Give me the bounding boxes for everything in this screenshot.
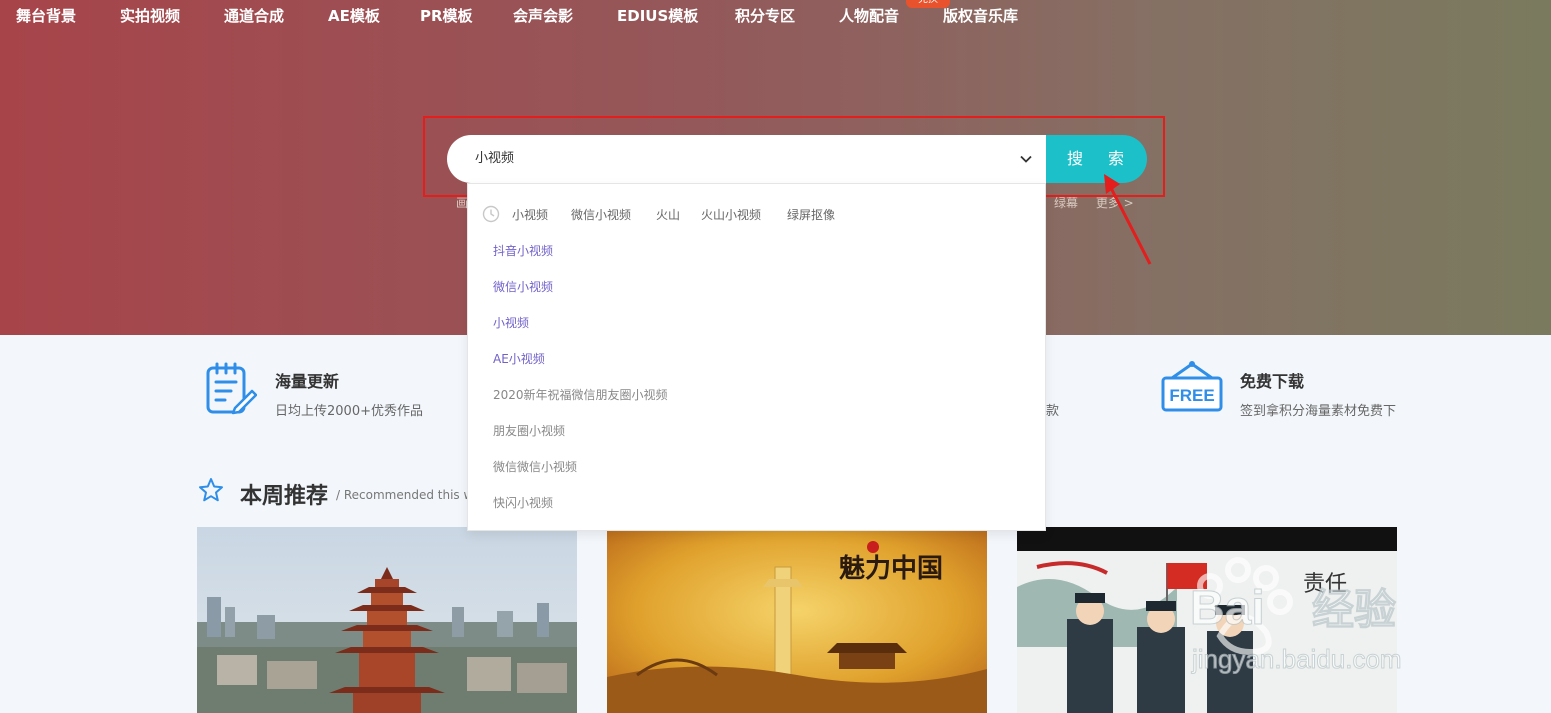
- watermark-url: jingyan.baidu.com: [1191, 644, 1402, 674]
- card-thumbnail: [197, 527, 577, 713]
- feature-subtitle: 日均上传2000+优秀作品: [275, 404, 423, 419]
- recommend-card[interactable]: 魅力中国: [607, 527, 987, 713]
- suggestion-item[interactable]: 微信小视频: [493, 278, 553, 295]
- suggestion-item[interactable]: 快闪小视频: [493, 494, 553, 511]
- history-item[interactable]: 火山小视频: [701, 206, 761, 223]
- suggestion-item[interactable]: 朋友圈小视频: [493, 422, 565, 439]
- nav-item-live-video[interactable]: 实拍视频: [120, 5, 180, 26]
- watermark-text: Bai: [1190, 582, 1265, 635]
- card-thumbnail: 魅力中国: [607, 527, 987, 713]
- red-arrow-annotation: [1104, 174, 1152, 265]
- suggestion-item[interactable]: 抖音小视频: [493, 242, 553, 259]
- nav-item-music-library[interactable]: 版权音乐库: [943, 5, 1018, 26]
- free-sign-icon: FREE: [1161, 361, 1223, 412]
- nav-item-pr-templates[interactable]: PR模板: [420, 5, 473, 26]
- search-suggestion-dropdown: 小视频 微信小视频 火山 火山小视频 绿屏抠像 抖音小视频 微信小视频 小视频 …: [467, 183, 1046, 531]
- history-item[interactable]: 火山: [656, 206, 680, 223]
- star-icon: [199, 478, 223, 502]
- document-edit-icon: [206, 362, 257, 415]
- section-title: 本周推荐: [240, 484, 329, 509]
- feature-title: 海量更新: [275, 372, 340, 391]
- svg-text:经验: 经验: [1312, 585, 1396, 634]
- suggestion-item[interactable]: 微信微信小视频: [493, 458, 577, 475]
- svg-text:FREE: FREE: [1169, 386, 1214, 405]
- suggestion-item[interactable]: AE小视频: [493, 350, 545, 367]
- recommend-card[interactable]: [197, 527, 577, 713]
- history-item[interactable]: 微信小视频: [571, 206, 631, 223]
- feature-title: 免费下载: [1240, 372, 1305, 391]
- card-overlay-text: 魅力中国: [839, 553, 943, 584]
- nav-item-corel-videostudio[interactable]: 会声会影: [513, 5, 573, 26]
- feature-subtitle: 签到拿积分海量素材免费下: [1240, 404, 1397, 419]
- nav-item-edius-templates[interactable]: EDIUS模板: [617, 5, 698, 26]
- nav-item-stage-background[interactable]: 舞台背景: [16, 5, 76, 26]
- nav-item-voice-dubbing[interactable]: 人物配音: [839, 5, 899, 26]
- nav-item-channel-compositing[interactable]: 通道合成: [224, 5, 284, 26]
- hot-tag-green-screen[interactable]: 绿幕: [1054, 196, 1078, 210]
- clock-icon: [482, 205, 500, 223]
- baidu-watermark: Bai 经验 jingyan.baidu.com: [1190, 557, 1402, 675]
- history-item[interactable]: 小视频: [512, 206, 548, 223]
- top-nav: 舞台背景 实拍视频 通道合成 AE模板 PR模板 会声会影 EDIUS模板 积分…: [0, 0, 1551, 34]
- suggestion-item[interactable]: 小视频: [493, 314, 529, 331]
- suggestion-item[interactable]: 2020新年祝福微信朋友圈小视频: [493, 386, 668, 403]
- feature-subtitle-fragment: 款: [1046, 404, 1060, 419]
- nav-item-points-zone[interactable]: 积分专区: [735, 5, 795, 26]
- section-subtitle: / Recommended this w: [336, 488, 474, 502]
- history-item[interactable]: 绿屏抠像: [787, 206, 835, 223]
- nav-item-ae-templates[interactable]: AE模板: [328, 5, 380, 26]
